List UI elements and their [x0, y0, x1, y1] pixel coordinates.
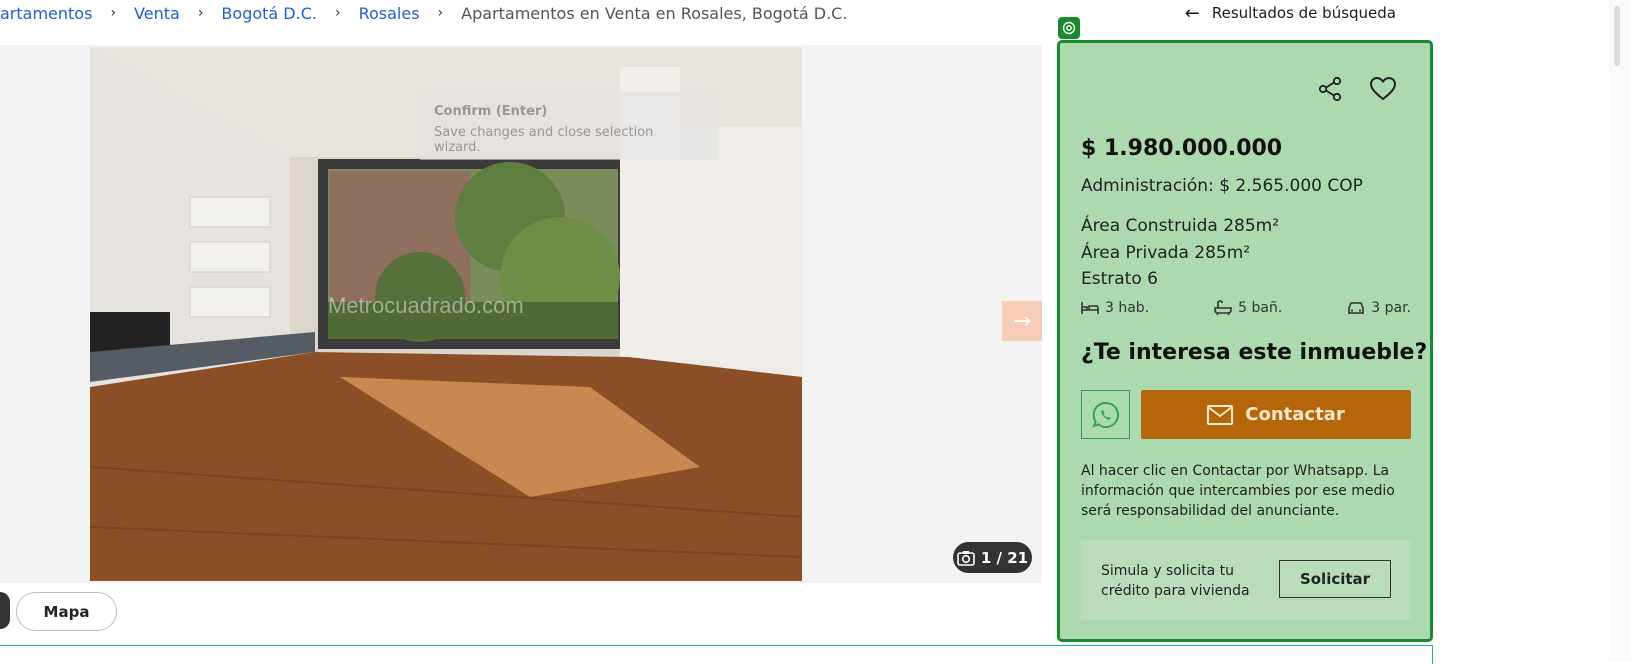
bed-icon	[1081, 302, 1099, 314]
camera-icon	[957, 550, 975, 566]
bathtub-icon	[1214, 300, 1232, 316]
overlay-tooltip-text: Save changes and close selection wizard.	[434, 125, 654, 155]
breadcrumb-separator: ›	[110, 5, 117, 21]
share-icon[interactable]	[1317, 76, 1343, 106]
photo-counter-text: 1 / 21	[980, 548, 1029, 567]
estrato: Estrato 6	[1081, 269, 1158, 289]
overlay-tooltip-title: Confirm (Enter)	[434, 104, 548, 119]
admin-fee: Administración: $ 2.565.000 COP	[1081, 176, 1363, 196]
breadcrumb: artamentos › Venta › Bogotá D.C. › Rosal…	[0, 0, 847, 26]
specs-row: 3 hab. 5 bañ. 3 par.	[1081, 300, 1411, 316]
breadcrumb-apartamentos[interactable]: artamentos	[0, 4, 92, 23]
section-border	[0, 645, 1433, 664]
parking-spec: 3 par.	[1347, 300, 1411, 316]
breadcrumb-separator: ›	[197, 5, 204, 21]
solicitar-button[interactable]: Solicitar	[1279, 560, 1391, 598]
car-icon	[1348, 302, 1365, 314]
bedrooms-text: 3 hab.	[1105, 300, 1150, 316]
contact-button-label: Contactar	[1245, 404, 1345, 425]
listing-price: $ 1.980.000.000	[1081, 136, 1283, 161]
favorite-heart-icon[interactable]	[1369, 76, 1397, 106]
scrollbar-thumb[interactable]	[1614, 6, 1620, 66]
map-button[interactable]: Mapa	[16, 592, 117, 631]
photo-counter: 1 / 21	[953, 542, 1032, 573]
whatsapp-button[interactable]	[1081, 390, 1130, 439]
overlay-tooltip: Confirm (Enter) Save changes and close s…	[420, 92, 718, 160]
bedrooms-spec: 3 hab.	[1081, 300, 1149, 316]
breadcrumb-venta[interactable]: Venta	[134, 4, 180, 23]
interest-heading: ¿Te interesa este inmueble?	[1081, 340, 1428, 365]
credit-text: Simula y solicita tu crédito para vivien…	[1101, 563, 1250, 599]
area-private: Área Privada 285m²	[1081, 243, 1251, 263]
breadcrumb-current: Apartamentos en Venta en Rosales, Bogotá…	[461, 3, 848, 23]
parking-text: 3 par.	[1371, 300, 1411, 316]
contact-button[interactable]: Contactar	[1141, 390, 1411, 439]
back-to-results-label: Resultados de búsqueda	[1211, 4, 1396, 22]
contact-disclaimer: Al hacer clic en Contactar por Whatsapp.…	[1081, 463, 1395, 519]
whatsapp-icon	[1091, 401, 1119, 428]
bathrooms-text: 5 bañ.	[1238, 300, 1283, 316]
next-photo-button[interactable]: →	[1002, 301, 1042, 341]
breadcrumb-separator: ›	[437, 5, 444, 21]
back-to-results-link[interactable]: ← Resultados de búsqueda	[1185, 0, 1396, 26]
tab-button[interactable]	[0, 592, 10, 629]
breadcrumb-bogota[interactable]: Bogotá D.C.	[221, 4, 317, 23]
breadcrumb-separator: ›	[334, 5, 341, 21]
arrow-left-icon: ←	[1184, 2, 1200, 24]
scrollbar[interactable]	[1609, 0, 1631, 662]
watermark: Metrocuadrado.com	[328, 293, 524, 318]
mail-icon	[1207, 404, 1234, 425]
selection-badge-icon	[1058, 17, 1080, 39]
area-built: Área Construida 285m²	[1081, 216, 1280, 236]
breadcrumb-rosales[interactable]: Rosales	[359, 4, 420, 23]
arrow-right-icon: →	[1012, 308, 1032, 334]
bathrooms-spec: 5 bañ.	[1214, 300, 1282, 316]
